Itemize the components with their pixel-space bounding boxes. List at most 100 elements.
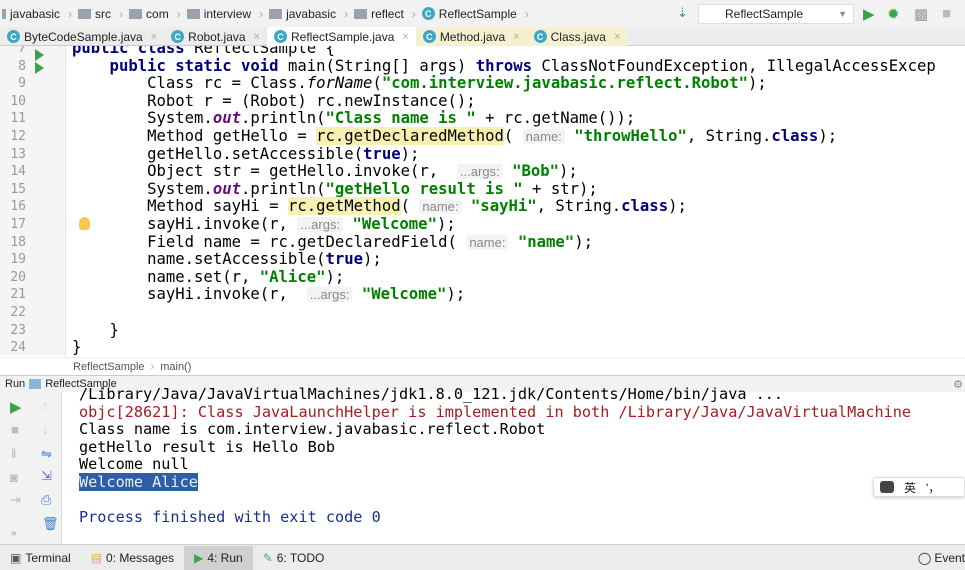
breadcrumb-item[interactable]: com › (129, 7, 181, 21)
folder-icon (269, 8, 283, 19)
code-token: .println( (241, 109, 326, 128)
code-editor[interactable]: 7 public class ReflectSample {8 public st… (0, 46, 965, 356)
ime-punct[interactable]: '， (926, 479, 940, 496)
parameter-hint: name: (419, 199, 462, 215)
tab-label: Robot.java (188, 29, 246, 44)
breadcrumb-item[interactable]: reflect › (354, 7, 416, 21)
code-token: true (363, 144, 401, 163)
event-log-button[interactable]: ◯ Event (918, 551, 965, 565)
breadcrumb-label: interview (203, 6, 252, 21)
tab-bytecodesample[interactable]: C ByteCodeSample.java × (0, 27, 164, 46)
tab-class[interactable]: C Class.java × (526, 27, 628, 46)
run-icon[interactable]: ▶ (863, 5, 875, 23)
code-line: } (72, 320, 119, 340)
close-icon[interactable]: × (151, 31, 157, 43)
console-text: Welcome Alice (79, 473, 198, 491)
gear-icon[interactable]: ⚙ (953, 378, 963, 391)
chevron-right-icon: › (524, 6, 529, 21)
trash-icon[interactable]: 🗑 (42, 516, 59, 532)
rerun-icon[interactable]: ▶ (10, 398, 22, 416)
tool-window-messages[interactable]: ▤ 0: Messages (81, 546, 184, 570)
code-token: true (325, 250, 364, 269)
parameter-hint: name: (522, 129, 565, 144)
soft-wrap-icon[interactable]: ⇋ (41, 446, 52, 462)
class-icon: C (171, 30, 185, 43)
run-gutter-icon[interactable] (35, 49, 44, 61)
code-token: public class (72, 46, 195, 57)
close-icon[interactable]: × (614, 31, 620, 43)
sort-icon[interactable]: ⇣ (677, 5, 688, 21)
tool-window-terminal[interactable]: ▣ Terminal (0, 546, 81, 570)
ime-lang[interactable]: 英 (904, 479, 916, 496)
tab-reflectsample[interactable]: C ReflectSample.java × (266, 27, 416, 46)
line-number: 10 (10, 93, 26, 109)
config-icon (29, 379, 42, 389)
editor-breadcrumb: ReflectSample › main() (0, 357, 965, 375)
breadcrumb-item[interactable]: src › (78, 7, 123, 21)
folder-icon (186, 8, 200, 19)
more-icon[interactable]: » (11, 528, 17, 539)
chevron-right-icon: › (68, 6, 73, 21)
run-configuration-select[interactable]: ReflectSample ▼ (698, 4, 854, 24)
print-icon[interactable]: ⎙ (41, 492, 51, 508)
code-token: public static void (72, 56, 288, 75)
coverage-icon[interactable]: ▩ (914, 5, 928, 23)
breadcrumb-item[interactable]: interview › (186, 6, 263, 21)
pause-icon[interactable]: ‖ (11, 446, 16, 461)
crumb-method[interactable]: main() (160, 361, 191, 373)
class-icon: C (273, 30, 287, 43)
code-token: ReflectSample { (194, 46, 335, 57)
breadcrumb-item[interactable]: javabasic › (269, 7, 348, 21)
line-number: 24 (10, 340, 26, 356)
stop-icon[interactable]: ■ (11, 422, 19, 437)
dump-threads-icon[interactable]: ◙ (10, 470, 18, 485)
parameter-hint: ...args: (297, 217, 344, 232)
code-token: sayHi.invoke(r, (72, 215, 298, 233)
tool-window-run[interactable]: ▶ 4: Run (184, 545, 253, 570)
breadcrumb-label: ReflectSample (438, 6, 517, 21)
code-token: out (212, 109, 241, 128)
line-number: 20 (10, 269, 26, 285)
code-token: ); (436, 215, 456, 233)
close-icon[interactable]: × (513, 31, 519, 43)
line-number: 13 (10, 146, 26, 162)
ime-logo-icon (880, 481, 894, 493)
stop-icon[interactable]: ■ (942, 5, 951, 22)
up-arrow-icon[interactable]: ↑ (42, 398, 49, 413)
close-icon[interactable]: × (254, 31, 260, 43)
code-token: sayHi.invoke(r, (72, 285, 307, 304)
down-arrow-icon[interactable]: ↓ (42, 422, 49, 437)
code-token: .println( (241, 179, 326, 198)
console-text: getHello result is Hello Bob (79, 437, 336, 456)
line-number: 12 (10, 129, 26, 144)
code-token: ); (668, 197, 687, 216)
code-line: Object str = getHello.invoke(r, ...args:… (72, 162, 578, 181)
code-token: rc.getMethod (287, 197, 401, 216)
code-token: "getHello result is " (325, 179, 523, 198)
tab-method[interactable]: C Method.java × (415, 27, 527, 46)
tab-robot[interactable]: C Robot.java × (164, 27, 267, 46)
ime-toolbar[interactable]: 英 '， (873, 477, 965, 497)
code-token: Robot r = (Robot) rc.newInstance(); (72, 91, 476, 110)
close-icon[interactable]: × (402, 31, 408, 43)
code-token: "Welcome" (352, 215, 437, 233)
crumb-class[interactable]: ReflectSample (73, 361, 145, 373)
breadcrumb-item[interactable]: javabasic › (2, 7, 72, 21)
breadcrumb-item[interactable]: C ReflectSample › (421, 6, 529, 21)
class-icon: C (422, 30, 436, 43)
tool-window-todo[interactable]: ✎ 6: TODO (253, 546, 335, 570)
run-gutter-icon[interactable] (35, 62, 44, 74)
code-token: } (72, 320, 119, 339)
console-output[interactable]: ▶ ■ ‖ ◙ ⇥ » ↑ ↓ ⇋ ⇲ ⎙ 🗑 /Library/Java/Ja… (0, 385, 965, 544)
event-log-icon: ◯ (917, 550, 932, 565)
scroll-to-end-icon[interactable]: ⇲ (41, 468, 52, 484)
console-toolbar: ▶ ■ ‖ ◙ ⇥ » ↑ ↓ ⇋ ⇲ ⎙ 🗑 (0, 392, 62, 544)
tab-label: Class.java (550, 29, 606, 44)
code-token: ); (400, 144, 420, 163)
exit-icon[interactable]: ⇥ (10, 492, 21, 508)
code-token: } (72, 338, 82, 356)
debug-icon[interactable]: ✹ (887, 5, 900, 23)
code-token: main(String[] args) (287, 56, 476, 75)
